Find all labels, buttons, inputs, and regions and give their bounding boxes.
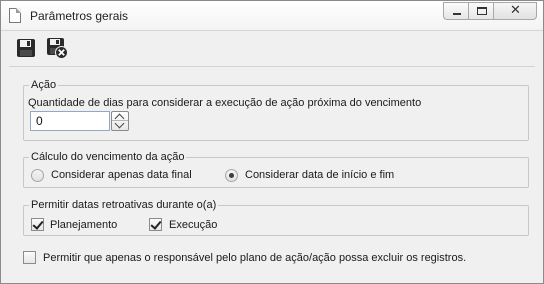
save-icon[interactable] xyxy=(15,37,37,59)
close-button[interactable]: ✕ xyxy=(493,2,537,20)
calculo-legend: Cálculo do vencimento da ação xyxy=(31,151,185,163)
checkbox-execucao-label[interactable]: Execução xyxy=(169,219,217,231)
radio-data-inicio-fim[interactable] xyxy=(225,169,238,182)
checkbox-planejamento-label[interactable]: Planejamento xyxy=(50,219,117,231)
days-input[interactable] xyxy=(30,111,110,131)
minimize-button[interactable] xyxy=(443,2,469,20)
acao-group: Ação xyxy=(23,79,529,141)
checkbox-execucao[interactable] xyxy=(149,218,162,231)
window-title: Parâmetros gerais xyxy=(30,9,129,23)
chevron-down-icon[interactable] xyxy=(112,121,128,130)
save-close-icon[interactable] xyxy=(46,37,68,59)
document-icon xyxy=(9,8,21,23)
radio-data-final[interactable] xyxy=(31,169,44,182)
minimize-icon xyxy=(453,13,461,15)
acao-legend: Ação xyxy=(31,79,57,91)
dialog-window: Parâmetros gerais ✕ Ação Quantidade de d… xyxy=(0,0,544,284)
radio-data-inicio-fim-label[interactable]: Considerar data de início e fim xyxy=(245,169,394,181)
toolbar xyxy=(15,37,68,59)
checkbox-planejamento[interactable] xyxy=(31,218,44,231)
retroativas-legend: Permitir datas retroativas durante o(a) xyxy=(31,199,217,211)
maximize-icon xyxy=(477,7,487,15)
toolbar-separator xyxy=(9,66,535,67)
checkbox-permission-label[interactable]: Permitir que apenas o responsável pelo p… xyxy=(43,252,466,264)
window-controls: ✕ xyxy=(443,2,537,20)
close-icon: ✕ xyxy=(510,3,521,18)
checkbox-permission[interactable] xyxy=(23,251,36,264)
maximize-button[interactable] xyxy=(468,2,494,20)
radio-data-final-label[interactable]: Considerar apenas data final xyxy=(51,169,192,181)
days-spinner[interactable] xyxy=(111,111,129,131)
title-bar[interactable]: Parâmetros gerais ✕ xyxy=(1,1,543,31)
days-label: Quantidade de dias para considerar a exe… xyxy=(28,97,422,109)
